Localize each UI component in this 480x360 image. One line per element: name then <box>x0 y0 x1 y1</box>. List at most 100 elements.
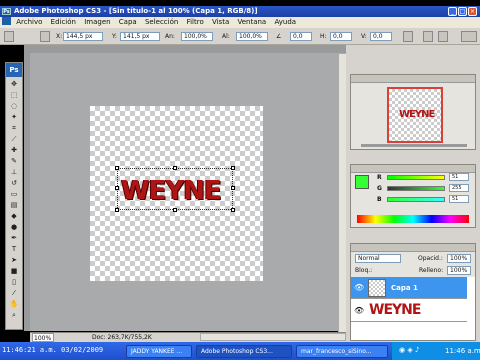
hand-tool-icon[interactable]: ✋ <box>8 300 20 309</box>
transform-handle[interactable] <box>173 166 177 170</box>
dodge-tool-icon[interactable]: ● <box>8 223 20 232</box>
slice-tool-icon[interactable]: ⟋ <box>8 135 20 144</box>
cancel-transform-icon[interactable] <box>423 31 433 42</box>
path-selection-tool-icon[interactable]: ➤ <box>8 256 20 265</box>
transform-bounding-box[interactable] <box>115 166 235 212</box>
menu-capa[interactable]: Capa <box>119 18 137 26</box>
angle-field[interactable]: 0,0 <box>290 32 312 41</box>
pen-tool-icon[interactable]: ✒ <box>8 234 20 243</box>
zoom-level[interactable]: 100% <box>32 333 54 342</box>
transform-handle[interactable] <box>231 166 235 170</box>
b-value[interactable]: 51 <box>449 195 469 203</box>
workspace-icon[interactable] <box>461 31 477 42</box>
blur-tool-icon[interactable]: ◆ <box>8 212 20 221</box>
photoshop-icon <box>2 17 11 25</box>
photoshop-icon: Ps <box>2 8 11 15</box>
x-field[interactable]: 144,5 px <box>63 32 103 41</box>
navigator-thumb-text: WEYNE <box>399 109 435 120</box>
menu-filtro[interactable]: Filtro <box>187 18 204 26</box>
crop-tool-icon[interactable]: ⌗ <box>8 124 20 133</box>
toolbox: Ps ✥ ⬚ ◌ ✦ ⌗ ⟋ ✚ ✎ ⊥ ↺ ▭ ▤ ◆ ● ✒ T ➤ ■ ▯… <box>5 62 23 330</box>
transform-handle[interactable] <box>115 186 119 190</box>
lasso-tool-icon[interactable]: ◌ <box>8 102 20 111</box>
tray-icons[interactable]: ◉ ◈ ♪ <box>399 346 419 354</box>
y-label: Y: <box>112 33 117 40</box>
r-slider[interactable] <box>387 175 445 180</box>
minimize-button[interactable]: _ <box>448 7 457 16</box>
height-field[interactable]: 100,0% <box>236 32 268 41</box>
transform-handle[interactable] <box>115 166 119 170</box>
color-spectrum-bar[interactable] <box>357 215 469 223</box>
eye-icon[interactable]: 👁 <box>354 283 364 292</box>
menu-seleccion[interactable]: Selección <box>145 18 178 26</box>
magic-wand-tool-icon[interactable]: ✦ <box>8 113 20 122</box>
menu-ventana[interactable]: Ventana <box>237 18 266 26</box>
history-brush-tool-icon[interactable]: ↺ <box>8 179 20 188</box>
menu-imagen[interactable]: Imagen <box>84 18 110 26</box>
transform-handle[interactable] <box>231 208 235 212</box>
g-value[interactable]: 255 <box>449 184 469 192</box>
time-overlay: 11:46:21 a.m. 03/02/2009 <box>2 346 104 354</box>
healing-brush-tool-icon[interactable]: ✚ <box>8 146 20 155</box>
eyedropper-tool-icon[interactable]: ⁄ <box>8 289 20 298</box>
layer-row[interactable]: 👁 WEYNE <box>351 300 467 322</box>
notes-tool-icon[interactable]: ▯ <box>8 278 20 287</box>
reference-point-icon[interactable] <box>40 31 50 42</box>
taskbar-item-photoshop[interactable]: Adobe Photoshop CS3... <box>196 345 292 358</box>
eraser-tool-icon[interactable]: ▭ <box>8 190 20 199</box>
layer-name[interactable]: Capa 1 <box>391 284 418 292</box>
b-slider[interactable] <box>387 197 445 202</box>
horizontal-scrollbar[interactable] <box>200 333 346 341</box>
menu-vista[interactable]: Vista <box>212 18 229 26</box>
move-tool-icon[interactable]: ✥ <box>8 80 20 89</box>
foreground-color-swatch[interactable] <box>355 175 369 189</box>
opacity-field[interactable]: 100% <box>447 254 471 263</box>
transform-handle[interactable] <box>115 208 119 212</box>
marquee-tool-icon[interactable]: ⬚ <box>8 91 20 100</box>
navigator-zoom-slider[interactable] <box>361 144 467 147</box>
type-tool-icon[interactable]: T <box>8 245 20 254</box>
hskew-field[interactable]: 0,0 <box>330 32 352 41</box>
taskbar-item-jaddy[interactable]: JADDY YANKEE ... <box>126 345 192 358</box>
menu-ayuda[interactable]: Ayuda <box>274 18 296 26</box>
taskbar-item-mar-francesco[interactable]: mar_francesco_siSino... <box>296 345 388 358</box>
color-tabs[interactable] <box>351 165 475 173</box>
fill-field[interactable]: 100% <box>447 266 471 275</box>
vertical-scrollbar[interactable] <box>338 54 346 332</box>
layer-text-preview[interactable]: WEYNE <box>369 302 439 322</box>
transform-handle[interactable] <box>173 208 177 212</box>
photoshop-logo: Ps <box>6 63 22 77</box>
brush-tool-icon[interactable]: ✎ <box>8 157 20 166</box>
maximize-button[interactable]: □ <box>458 7 467 16</box>
blend-mode-select[interactable]: Normal <box>355 254 401 263</box>
r-value[interactable]: 51 <box>449 173 469 181</box>
zoom-tool-icon[interactable]: ⌕ <box>8 311 20 320</box>
angle-icon: ∠ <box>276 33 282 40</box>
y-field[interactable]: 141,5 px <box>120 32 160 41</box>
g-slider[interactable] <box>387 186 445 191</box>
width-field[interactable]: 100,0% <box>181 32 213 41</box>
doc-size-info: Doc: 263,7K/755,2K <box>92 334 152 341</box>
close-button[interactable]: × <box>468 7 477 16</box>
clone-stamp-tool-icon[interactable]: ⊥ <box>8 168 20 177</box>
menu-edicion[interactable]: Edición <box>51 18 76 26</box>
system-tray: ◉ ◈ ♪ 11:46 a.m. <box>392 342 480 360</box>
warp-icon[interactable] <box>403 31 413 42</box>
layer-row[interactable]: 👁 Capa 1 <box>351 277 467 299</box>
navigator-thumbnail[interactable]: WEYNE <box>387 87 443 143</box>
eye-icon[interactable]: 👁 <box>354 306 364 315</box>
opacity-label: Opacid.: <box>418 255 443 262</box>
transform-handle[interactable] <box>231 186 235 190</box>
gradient-tool-icon[interactable]: ▤ <box>8 201 20 210</box>
commit-transform-icon[interactable] <box>438 31 448 42</box>
vskew-field[interactable]: 0,0 <box>370 32 392 41</box>
menu-archivo[interactable]: Archivo <box>16 18 42 26</box>
shape-tool-icon[interactable]: ■ <box>8 267 20 276</box>
vskew-label: V: <box>361 33 367 40</box>
move-tool-icon[interactable] <box>4 31 14 42</box>
width-label: An: <box>165 33 175 40</box>
window-titlebar: Ps Adobe Photoshop CS3 - [Sin título-1 a… <box>0 6 480 17</box>
options-bar: X: 144,5 px Y: 141,5 px An: 100,0% Al: 1… <box>0 28 480 45</box>
navigator-tabs[interactable] <box>351 75 475 83</box>
layers-tabs[interactable] <box>351 244 475 252</box>
